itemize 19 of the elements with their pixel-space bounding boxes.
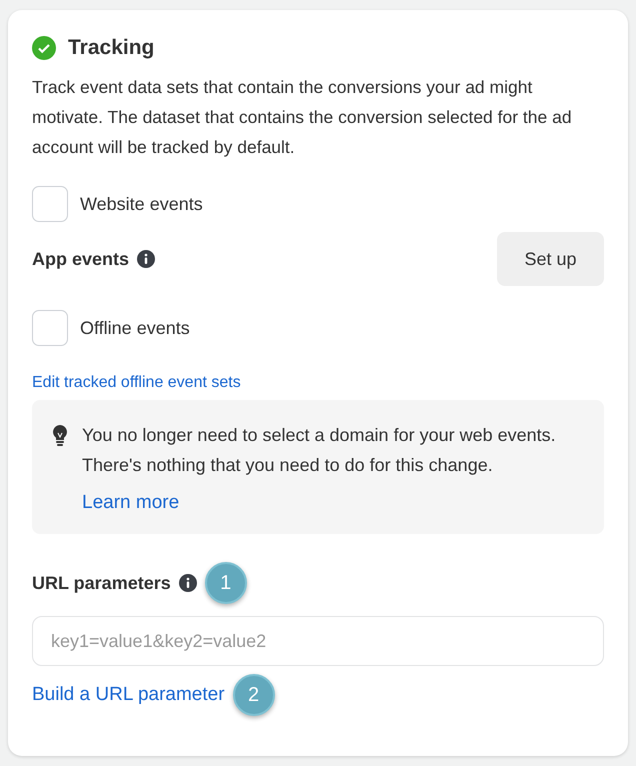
checkbox[interactable] [32, 310, 68, 346]
section-description: Track event data sets that contain the conversions your ad might motivate. The dataset that contains the conversion selected for the ad account will be tracked by default. [32, 76, 573, 159]
set-up-button[interactable]: Set up [497, 232, 604, 286]
url-parameters-label: URL parameters [32, 572, 171, 594]
lightbulb-icon [52, 424, 68, 448]
edit-event-sets-link[interactable]: Edit tracked offline event sets [32, 374, 241, 391]
url-parameters-field[interactable]: key1=value1&key2=value2 [32, 616, 604, 666]
checkbox-label: Offline events [80, 318, 190, 338]
learn-more-link[interactable]: Learn more [82, 492, 180, 513]
checkbox-label: Website events [80, 194, 203, 214]
tip-text: You no longer need to select a domain for your web events. There's nothing that you need to do for this change. [82, 424, 557, 477]
annotation-marker: 1 [204, 562, 247, 604]
info-icon[interactable] [178, 574, 197, 592]
app-events-label: App events [32, 248, 130, 270]
section-title: Tracking [68, 36, 154, 60]
checkbox[interactable] [32, 186, 68, 222]
info-icon[interactable] [137, 250, 156, 268]
annotation-marker: 2 [232, 674, 275, 716]
build-url-parameter-link[interactable]: Build a URL parameter [32, 684, 225, 706]
